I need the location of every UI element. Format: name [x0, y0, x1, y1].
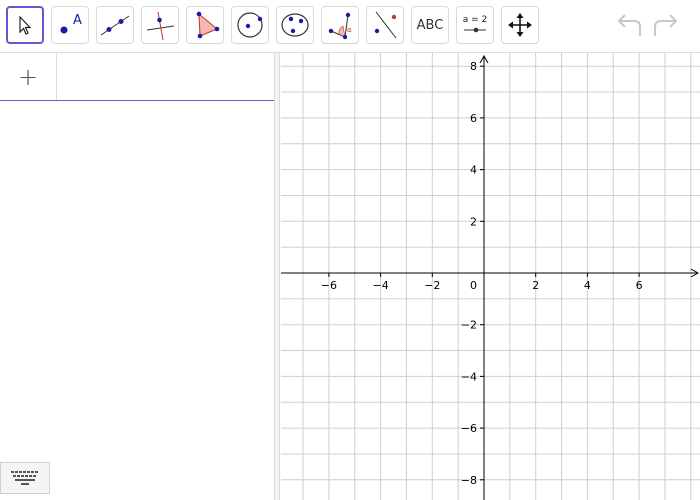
x-tick-label: 2	[532, 279, 539, 292]
svg-text:a = 2: a = 2	[463, 15, 488, 25]
algebra-view: +	[0, 53, 274, 500]
origin-label: 0	[470, 279, 477, 292]
slider-tool-button[interactable]: a = 2	[456, 6, 494, 44]
coordinate-plane[interactable]: −6 −4 −2 2 4 6 8 6 4 2 −2 −4 −6 −8 0	[281, 53, 700, 500]
x-tick-label: 4	[584, 279, 591, 292]
reflect-tool-button[interactable]	[366, 6, 404, 44]
circle-three-points-icon	[281, 13, 309, 37]
toolbar: A α ABC a = 2	[0, 0, 700, 53]
line-tool-button[interactable]	[96, 6, 134, 44]
angle-tool-button[interactable]: α	[321, 6, 359, 44]
x-tick-label: −6	[321, 279, 337, 292]
polygon-tool-button[interactable]	[186, 6, 224, 44]
move-graphics-view-tool-button[interactable]	[501, 6, 539, 44]
y-tick-label: −6	[461, 422, 477, 435]
circle-center-icon	[237, 12, 263, 38]
y-tick-label: 4	[470, 164, 477, 177]
x-tick-label: −2	[424, 279, 440, 292]
y-tick-label: 6	[470, 112, 477, 125]
perpendicular-icon	[146, 11, 175, 41]
redo-icon	[654, 14, 678, 36]
slider-icon: a = 2	[463, 15, 488, 33]
redo-button[interactable]	[651, 12, 681, 44]
line-icon	[100, 15, 130, 36]
point-tool-button[interactable]: A	[51, 6, 89, 44]
y-tick-label: 8	[470, 60, 477, 73]
point-icon: A	[60, 13, 82, 34]
circle-three-points-tool-button[interactable]	[276, 6, 314, 44]
svg-text:α: α	[347, 26, 352, 34]
circle-center-point-tool-button[interactable]	[231, 6, 269, 44]
add-item-button[interactable]: +	[0, 53, 57, 100]
keyboard-button[interactable]	[0, 462, 50, 494]
y-tick-label: −8	[461, 474, 477, 487]
undo-button[interactable]	[614, 12, 644, 44]
svg-text:A: A	[73, 13, 82, 28]
move-arrows-icon	[508, 13, 532, 37]
cursor-arrow-icon	[19, 15, 32, 35]
move-tool-button[interactable]	[6, 6, 44, 44]
undo-icon	[617, 14, 641, 36]
text-icon: ABC	[416, 17, 444, 33]
reflect-icon	[374, 11, 397, 39]
graphics-view[interactable]: −6 −4 −2 2 4 6 8 6 4 2 −2 −4 −6 −8 0	[281, 53, 700, 500]
x-tick-label: −4	[372, 279, 388, 292]
angle-icon: α	[328, 12, 352, 40]
algebra-input-row[interactable]: +	[0, 53, 274, 101]
keyboard-icon	[11, 471, 38, 485]
y-tick-label: −4	[461, 370, 477, 383]
y-tick-label: 2	[470, 215, 477, 228]
x-tick-label: 6	[636, 279, 643, 292]
panel-divider[interactable]	[274, 53, 280, 500]
perpendicular-line-tool-button[interactable]	[141, 6, 179, 44]
y-tick-label: −2	[461, 319, 477, 332]
algebra-input-field[interactable]	[57, 53, 274, 100]
text-tool-button[interactable]: ABC	[411, 6, 449, 44]
polygon-icon	[196, 11, 220, 39]
